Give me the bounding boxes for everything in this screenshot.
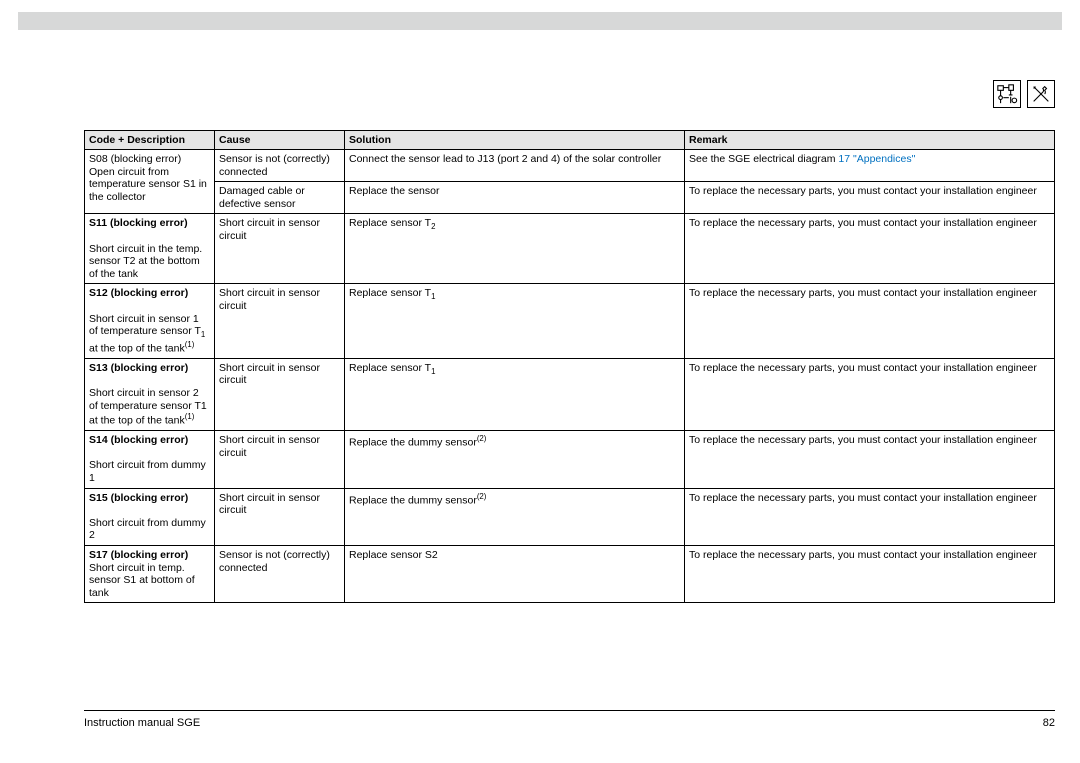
- table-row: Damaged cable or defective sensorReplace…: [85, 182, 1055, 214]
- cell-cause: Sensor is not (correctly) connected: [215, 150, 345, 182]
- cell-cause: Short circuit in sensor circuit: [215, 431, 345, 488]
- cell-cause: Short circuit in sensor circuit: [215, 214, 345, 284]
- electrical-diagram-icon: [993, 80, 1021, 108]
- table-row: S17 (blocking error)Short circuit in tem…: [85, 545, 1055, 602]
- table-header-row: Code + Description Cause Solution Remark: [85, 131, 1055, 150]
- cell-remark: To replace the necessary parts, you must…: [685, 488, 1055, 545]
- cell-solution: Replace the dummy sensor(2): [345, 488, 685, 545]
- tools-icon: [1027, 80, 1055, 108]
- footer-left: Instruction manual SGE: [84, 717, 200, 729]
- main-content: Code + Description Cause Solution Remark…: [84, 130, 1055, 603]
- header-code: Code + Description: [85, 131, 215, 150]
- cell-solution: Replace the sensor: [345, 182, 685, 214]
- cell-solution: Replace sensor T2: [345, 214, 685, 284]
- cell-solution: Connect the sensor lead to J13 (port 2 a…: [345, 150, 685, 182]
- cell-remark: To replace the necessary parts, you must…: [685, 358, 1055, 430]
- cell-remark: To replace the necessary parts, you must…: [685, 214, 1055, 284]
- cell-code: S15 (blocking error)Short circuit from d…: [85, 488, 215, 545]
- cell-remark: To replace the necessary parts, you must…: [685, 431, 1055, 488]
- cell-solution: Replace the dummy sensor(2): [345, 431, 685, 488]
- cell-code: S11 (blocking error)Short circuit in the…: [85, 214, 215, 284]
- table-row: S12 (blocking error)Short circuit in sen…: [85, 284, 1055, 358]
- cell-solution: Replace sensor T1: [345, 358, 685, 430]
- cell-remark: To replace the necessary parts, you must…: [685, 545, 1055, 602]
- cell-remark: See the SGE electrical diagram 17 "Appen…: [685, 150, 1055, 182]
- table-row: S13 (blocking error)Short circuit in sen…: [85, 358, 1055, 430]
- cell-cause: Short circuit in sensor circuit: [215, 358, 345, 430]
- top-grey-bar: [18, 12, 1062, 30]
- cell-solution: Replace sensor T1: [345, 284, 685, 358]
- page-footer: Instruction manual SGE 82: [84, 710, 1055, 729]
- table-row: S11 (blocking error)Short circuit in the…: [85, 214, 1055, 284]
- footer-right: 82: [1043, 717, 1055, 729]
- table-body: S08 (blocking error)Open circuit from te…: [85, 150, 1055, 603]
- cell-cause: Damaged cable or defective sensor: [215, 182, 345, 214]
- cell-cause: Sensor is not (correctly) connected: [215, 545, 345, 602]
- header-icons: [993, 80, 1055, 108]
- cell-code: S17 (blocking error)Short circuit in tem…: [85, 545, 215, 602]
- cell-cause: Short circuit in sensor circuit: [215, 488, 345, 545]
- cell-remark: To replace the necessary parts, you must…: [685, 284, 1055, 358]
- cell-code: S14 (blocking error)Short circuit from d…: [85, 431, 215, 488]
- header-cause: Cause: [215, 131, 345, 150]
- cell-cause: Short circuit in sensor circuit: [215, 284, 345, 358]
- cell-remark: To replace the necessary parts, you must…: [685, 182, 1055, 214]
- table-row: S08 (blocking error)Open circuit from te…: [85, 150, 1055, 182]
- cell-code: S13 (blocking error)Short circuit in sen…: [85, 358, 215, 430]
- header-remark: Remark: [685, 131, 1055, 150]
- table-row: S14 (blocking error)Short circuit from d…: [85, 431, 1055, 488]
- error-codes-table: Code + Description Cause Solution Remark…: [84, 130, 1055, 603]
- header-solution: Solution: [345, 131, 685, 150]
- table-row: S15 (blocking error)Short circuit from d…: [85, 488, 1055, 545]
- cell-solution: Replace sensor S2: [345, 545, 685, 602]
- cell-code: S08 (blocking error)Open circuit from te…: [85, 150, 215, 214]
- cell-code: S12 (blocking error)Short circuit in sen…: [85, 284, 215, 358]
